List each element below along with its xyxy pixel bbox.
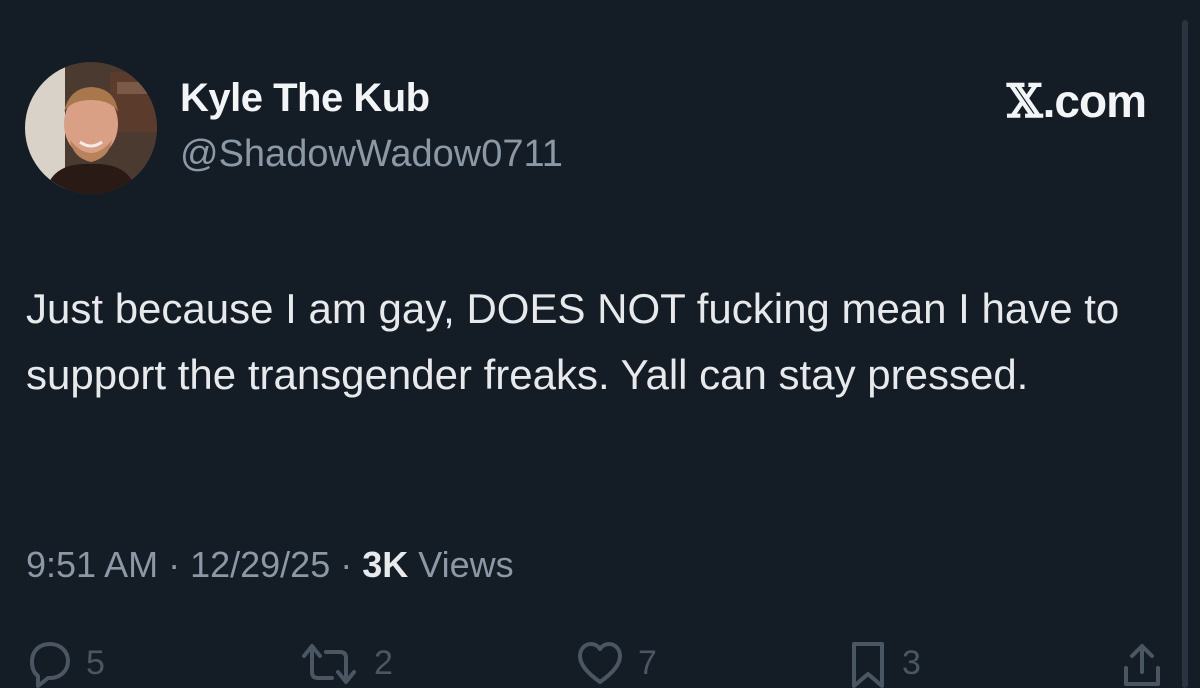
bookmark-icon: [852, 642, 884, 688]
heart-icon: [578, 642, 622, 684]
reply-button[interactable]: 5: [26, 640, 105, 688]
repost-button[interactable]: 2: [298, 640, 393, 688]
share-button[interactable]: [1122, 640, 1162, 688]
views-count: 3K: [362, 544, 409, 585]
avatar[interactable]: [25, 62, 157, 194]
tweet-text: Just because I am gay, DOES NOT fucking …: [26, 285, 1120, 398]
action-bar: 5 2 7 3: [0, 640, 1200, 688]
repost-icon: [302, 644, 356, 684]
profile-photo-icon: [25, 62, 157, 194]
share-icon: [1124, 644, 1160, 686]
reply-count: 5: [86, 644, 105, 682]
views-label: Views: [418, 544, 514, 585]
repost-count: 2: [374, 644, 393, 682]
separator: ·: [168, 544, 181, 585]
x-com-logo: 𝕏.com: [1006, 74, 1147, 128]
x-logo-icon: 𝕏: [1006, 74, 1043, 128]
brand-domain: .com: [1042, 75, 1147, 127]
tweet-date[interactable]: 12/29/25: [190, 544, 330, 585]
bookmark-count: 3: [902, 644, 921, 682]
tweet-screenshot: Kyle The Kub @ShadowWadow0711 𝕏.com Just…: [0, 0, 1200, 688]
tweet-time[interactable]: 9:51 AM: [26, 544, 158, 585]
separator: ·: [340, 544, 353, 585]
bookmark-button[interactable]: 3: [848, 640, 921, 688]
tweet-metadata: 9:51 AM · 12/29/25 · 3K Views: [26, 544, 514, 586]
display-name[interactable]: Kyle The Kub: [180, 76, 430, 121]
user-handle[interactable]: @ShadowWadow0711: [180, 133, 563, 176]
like-button[interactable]: 7: [576, 640, 657, 688]
scrollbar[interactable]: [1182, 20, 1188, 688]
like-count: 7: [638, 644, 657, 682]
reply-icon: [30, 642, 70, 688]
